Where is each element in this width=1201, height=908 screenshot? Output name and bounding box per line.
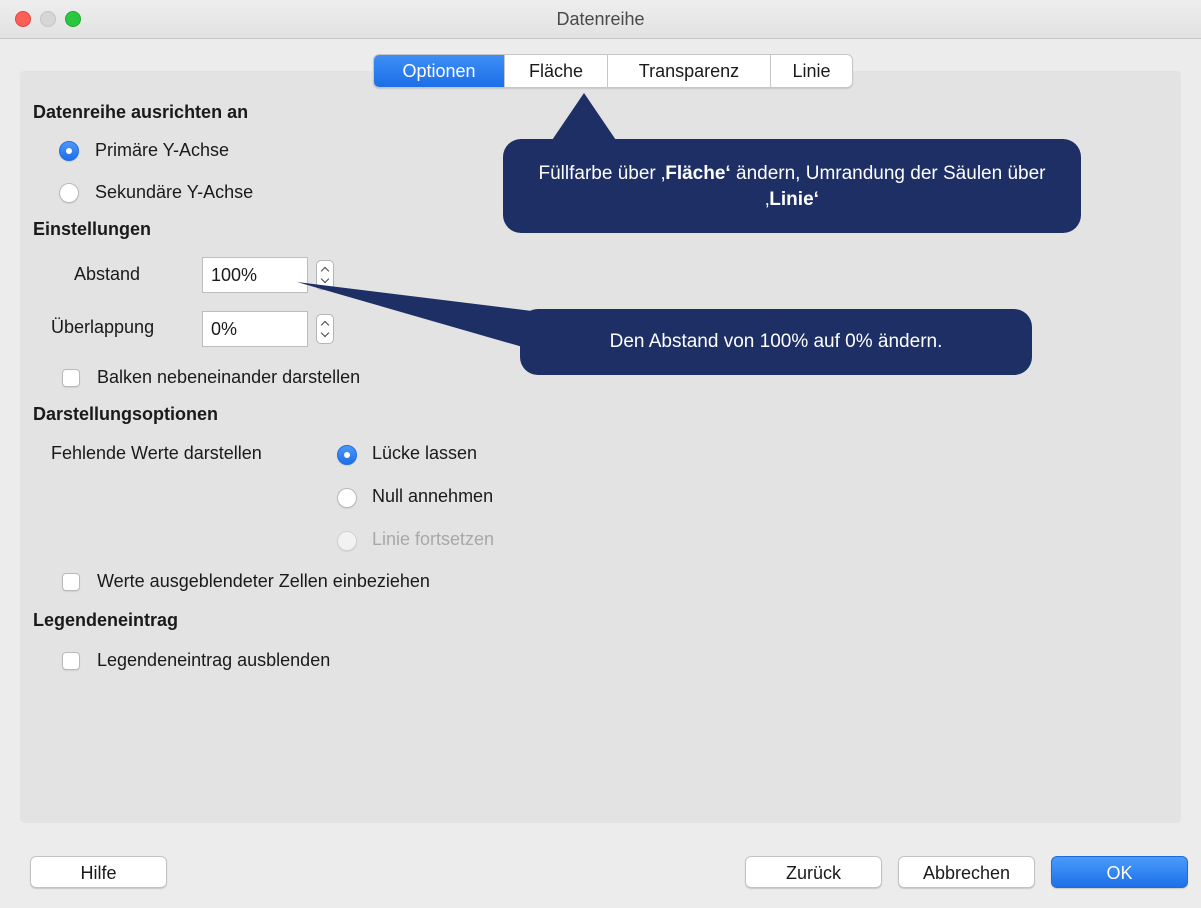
help-button[interactable]: Hilfe — [30, 856, 167, 888]
cancel-button[interactable]: Abbrechen — [898, 856, 1035, 888]
spacing-callout-pointer — [297, 282, 540, 352]
spacing-callout: Den Abstand von 100% auf 0% ändern. — [520, 309, 1032, 375]
callout-pointers — [297, 93, 620, 352]
tabs-callout-text-1: Füllfarbe über ‚ — [538, 163, 666, 184]
tabs-callout: Füllfarbe über ‚Fläche‘ ändern, Umrandun… — [503, 139, 1081, 233]
back-button[interactable]: Zurück — [745, 856, 882, 888]
ok-button[interactable]: OK — [1051, 856, 1188, 888]
tabs-callout-bold-1: Fläche‘ — [665, 163, 731, 184]
tabs-callout-bold-2: Linie‘ — [769, 189, 819, 210]
